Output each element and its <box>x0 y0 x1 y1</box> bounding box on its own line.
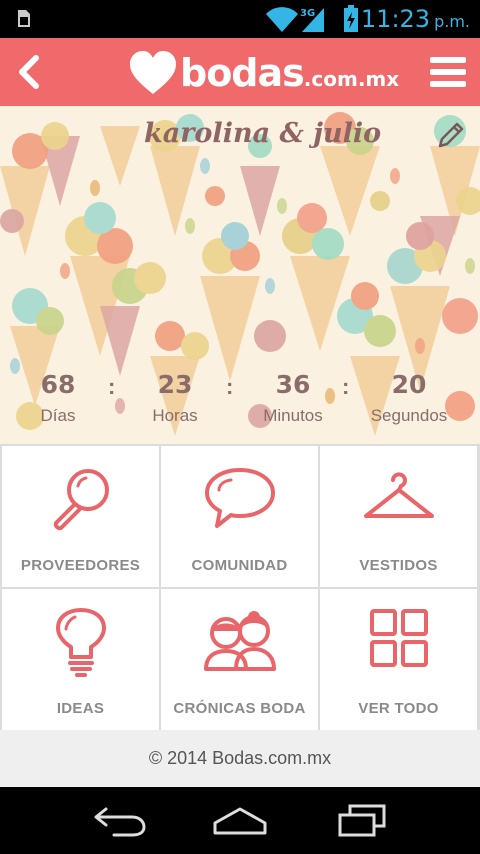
wifi-icon <box>266 7 298 32</box>
hero-banner: karolina & julio 68 Días : 23 Horas : 36… <box>0 106 480 444</box>
bodas-logo: bodas .com.mx <box>128 46 399 100</box>
countdown-days-value: 68 <box>40 370 76 399</box>
tile-label: PROVEEDORES <box>20 557 141 574</box>
clock-time: 11:23 <box>360 5 431 33</box>
couple-name: karolina & julio <box>144 118 382 149</box>
footer: © 2014 Bodas.com.mx <box>0 730 480 787</box>
clock-ampm: p.m. <box>434 12 470 31</box>
countdown-seconds-label: Segundos <box>370 406 448 425</box>
lightbulb-icon <box>55 608 106 677</box>
countdown-seconds-value: 20 <box>391 370 427 399</box>
home-nav-icon[interactable] <box>212 803 268 837</box>
tile-label: VESTIDOS <box>359 557 438 574</box>
clock: 11:23 p.m. <box>361 5 470 33</box>
system-nav-bar <box>0 787 480 854</box>
couple-icon <box>203 611 276 671</box>
countdown-minutes-value: 36 <box>275 370 311 399</box>
tile-proveedores[interactable]: PROVEEDORES <box>2 446 159 587</box>
tile-ideas[interactable]: IDEAS <box>2 589 159 730</box>
recents-nav-icon[interactable] <box>336 803 388 837</box>
brand-name: bodas <box>180 51 305 95</box>
tile-label: VER TODO <box>358 700 439 717</box>
back-nav-icon[interactable] <box>92 803 148 837</box>
countdown-separator: : <box>226 374 234 399</box>
brand-suffix: .com.mx <box>303 67 400 91</box>
tile-ver-todo[interactable]: VER TODO <box>320 589 477 730</box>
tile-comunidad[interactable]: COMUNIDAD <box>161 446 318 587</box>
tile-label: COMUNIDAD <box>191 557 288 574</box>
countdown-hours-label: Horas <box>152 406 198 425</box>
speech-bubble-icon <box>204 468 275 528</box>
hamburger-menu-icon[interactable] <box>428 52 468 92</box>
status-icons: 3G <box>266 5 358 32</box>
battery-icon <box>344 5 358 32</box>
tile-vestidos[interactable]: VESTIDOS <box>320 446 477 587</box>
heart-logo-icon <box>130 51 176 94</box>
back-arrow-icon[interactable] <box>10 50 50 94</box>
magnifier-icon <box>53 469 109 531</box>
copyright-text: © 2014 Bodas.com.mx <box>148 748 332 768</box>
section-grid: PROVEEDORES COMUNIDAD VESTIDOS IDEAS CRÓ… <box>0 444 480 730</box>
countdown-separator: : <box>108 374 116 399</box>
hanger-icon <box>363 472 434 518</box>
tile-label: CRÓNICAS BODA <box>173 700 306 717</box>
tile-cronicas-boda[interactable]: CRÓNICAS BODA <box>161 589 318 730</box>
status-bar: 3G 11:23 p.m. <box>0 0 480 38</box>
countdown-minutes-label: Minutos <box>263 406 323 425</box>
tile-label: IDEAS <box>56 700 105 717</box>
countdown-days-label: Días <box>40 406 76 425</box>
pencil-edit-icon[interactable] <box>436 120 466 150</box>
countdown-hours-value: 23 <box>157 370 193 399</box>
sim-card-icon <box>18 10 30 27</box>
countdown-separator: : <box>342 374 350 399</box>
network-type: 3G <box>300 8 315 19</box>
wedding-countdown: 68 Días : 23 Horas : 36 Minutos : 20 Seg… <box>0 364 480 434</box>
app-bar: bodas .com.mx <box>0 38 480 106</box>
grid-icon <box>369 609 428 667</box>
